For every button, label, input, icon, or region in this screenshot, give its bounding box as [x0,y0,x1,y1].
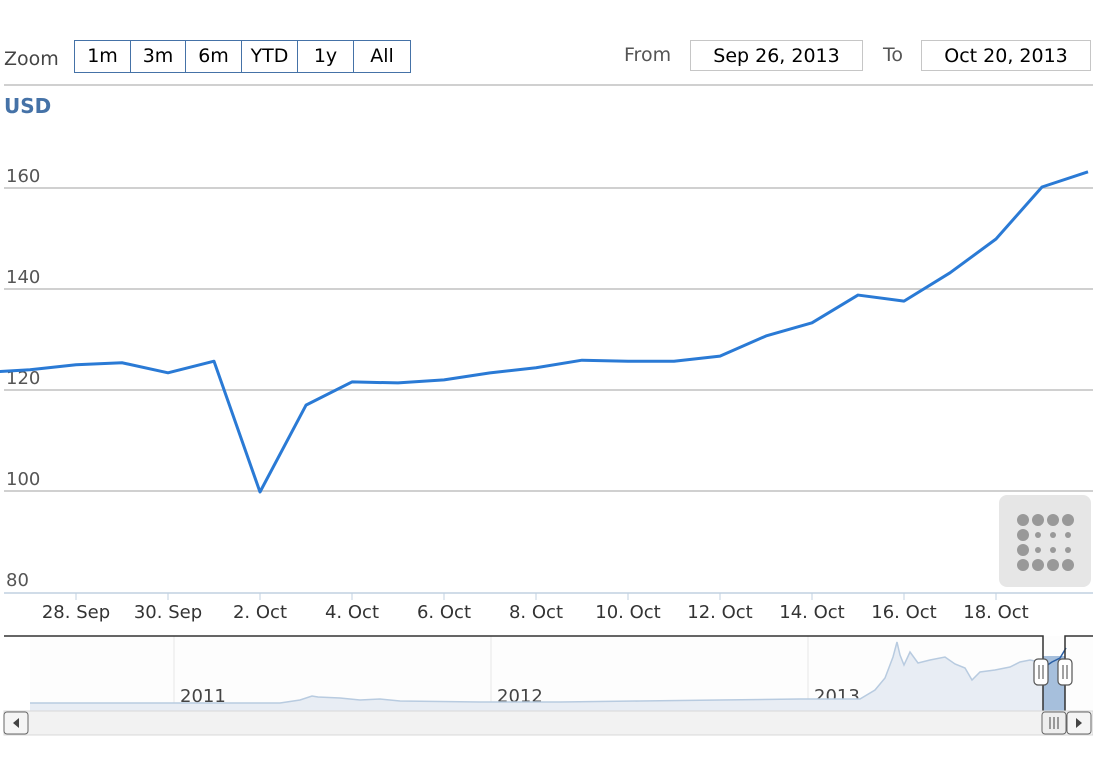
x-tick-label: 6. Oct [417,602,471,623]
y-tick-label: 140 [6,267,40,288]
x-tick-label: 4. Oct [325,602,379,623]
x-tick-label: 30. Sep [134,602,202,623]
context-menu-icon [1017,514,1074,571]
scroll-right-button[interactable] [1066,711,1092,735]
navigator-left-handle[interactable] [1033,658,1049,686]
scroll-left-button[interactable] [3,711,29,735]
navigator-right-handle[interactable] [1057,658,1073,686]
x-tick-label: 16. Oct [871,602,936,623]
series-line [0,170,1089,494]
y-tick-label: 100 [6,469,40,490]
scrollbar-thumb[interactable] [1041,711,1067,735]
x-tick-label: 14. Oct [779,602,844,623]
price-chart: 80100120140160 28. Sep 30. Sep 2. Oct 4. Oc… [0,166,1093,736]
x-tick-label: 8. Oct [509,602,563,623]
scrollbar-track [3,710,1093,736]
context-menu-button[interactable] [999,495,1091,587]
x-tick-label: 12. Oct [687,602,752,623]
y-tick-label: 80 [6,570,29,591]
x-tick-label: 10. Oct [595,602,660,623]
x-tick-label: 2. Oct [233,602,287,623]
x-tick-label: 28. Sep [42,602,110,623]
y-tick-label: 160 [6,166,40,187]
x-tick-label: 18. Oct [963,602,1028,623]
